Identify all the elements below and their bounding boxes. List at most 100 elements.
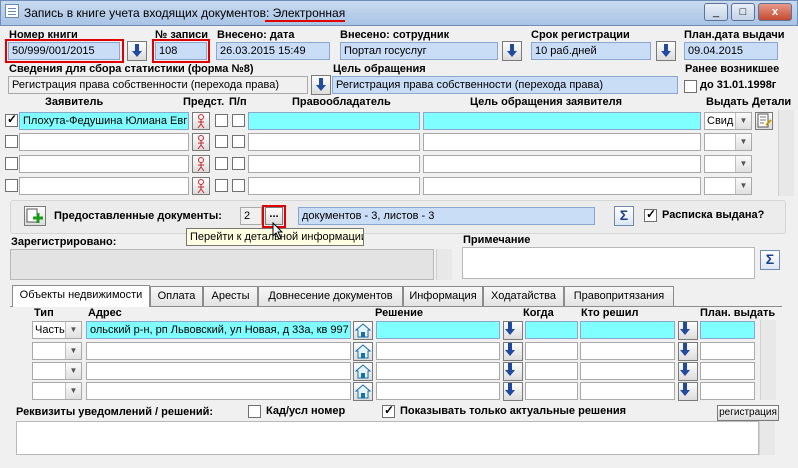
chevron-down-icon[interactable]: ▼ <box>735 156 751 172</box>
pp-checkbox[interactable] <box>232 157 245 170</box>
pp-checkbox[interactable] <box>232 114 245 127</box>
object-address-field[interactable]: ольский р-н, рп Львовский, ул Новая, д 3… <box>86 321 351 339</box>
decision-select-button[interactable] <box>503 382 523 401</box>
object-decision-field[interactable] <box>376 321 500 339</box>
issue-select[interactable]: ▼ <box>704 177 752 195</box>
issue-select[interactable]: ▼ <box>704 155 752 173</box>
object-who-field[interactable] <box>580 342 675 360</box>
representative-checkbox[interactable] <box>215 157 228 170</box>
holder-field[interactable] <box>248 112 420 130</box>
object-type-select[interactable]: ▼ <box>32 362 82 380</box>
address-button[interactable] <box>353 342 373 361</box>
object-plan-field[interactable] <box>700 362 755 380</box>
tab-0[interactable]: Объекты недвижимости <box>12 285 150 307</box>
notify-field[interactable] <box>16 421 759 455</box>
object-plan-field[interactable] <box>700 342 755 360</box>
representative-button[interactable] <box>192 177 210 195</box>
object-when-field[interactable] <box>525 362 578 380</box>
who-select-button[interactable] <box>678 342 698 361</box>
term-select-button[interactable] <box>656 41 676 61</box>
details-button[interactable] <box>755 112 773 130</box>
notify-scrollbar[interactable] <box>759 421 775 455</box>
applicant-row-checkbox[interactable] <box>5 179 18 192</box>
tab-2[interactable]: Аресты <box>203 286 258 306</box>
applicant-name-field[interactable] <box>19 133 189 151</box>
applicants-scrollbar[interactable] <box>778 110 794 196</box>
object-when-field[interactable] <box>525 382 578 400</box>
note-sum-button[interactable]: Σ <box>760 250 780 270</box>
maximize-button[interactable]: □ <box>731 3 755 21</box>
registered-scrollbar[interactable] <box>436 249 452 280</box>
object-plan-field[interactable] <box>700 382 755 400</box>
address-button[interactable] <box>353 321 373 340</box>
object-type-select[interactable]: Часть ▼ <box>32 321 82 339</box>
object-when-field[interactable] <box>525 321 578 339</box>
representative-button[interactable] <box>192 112 210 130</box>
representative-checkbox[interactable] <box>215 179 228 192</box>
representative-button[interactable] <box>192 155 210 173</box>
object-decision-field[interactable] <box>376 362 500 380</box>
decision-select-button[interactable] <box>503 342 523 361</box>
chevron-down-icon[interactable]: ▼ <box>65 343 81 359</box>
issue-select[interactable]: Свид ▼ <box>704 112 752 130</box>
representative-checkbox[interactable] <box>215 135 228 148</box>
object-decision-field[interactable] <box>376 382 500 400</box>
documents-sum-button[interactable]: Σ <box>614 206 634 226</box>
address-button[interactable] <box>353 382 373 401</box>
note-field[interactable] <box>462 247 755 279</box>
chevron-down-icon[interactable]: ▼ <box>735 134 751 150</box>
kad-checkbox[interactable] <box>248 405 261 418</box>
applicant-name-field[interactable]: Плохута-Федушина Юлиана Евгр <box>19 112 189 130</box>
minimize-button[interactable]: _ <box>704 3 728 21</box>
tab-3[interactable]: Довнесение документов <box>258 286 403 306</box>
address-button[interactable] <box>353 362 373 381</box>
term-field[interactable]: 10 раб.дней <box>531 42 651 60</box>
holder-field[interactable] <box>248 133 420 151</box>
employee-select-button[interactable] <box>502 41 522 61</box>
purpose-field[interactable]: Регистрация права собственности (переход… <box>332 76 678 94</box>
actual-checkbox[interactable] <box>382 403 395 418</box>
plan-date-field[interactable]: 09.04.2015 <box>684 42 778 60</box>
applicant-row-checkbox[interactable] <box>5 135 18 148</box>
chevron-down-icon[interactable]: ▼ <box>65 383 81 399</box>
goal-field[interactable] <box>423 155 701 173</box>
applicant-row-checkbox[interactable] <box>5 157 18 170</box>
object-who-field[interactable] <box>580 362 675 380</box>
applicant-row-checkbox[interactable] <box>5 112 18 127</box>
who-select-button[interactable] <box>678 321 698 340</box>
add-document-button[interactable] <box>24 206 46 226</box>
holder-field[interactable] <box>248 177 420 195</box>
book-select-button[interactable] <box>127 41 147 61</box>
tab-4[interactable]: Информация <box>403 286 483 306</box>
representative-checkbox[interactable] <box>215 114 228 127</box>
date-field[interactable]: 26.03.2015 15:49 <box>216 42 330 60</box>
employee-field[interactable]: Портал госуслуг <box>340 42 498 60</box>
who-select-button[interactable] <box>678 362 698 381</box>
object-type-select[interactable]: ▼ <box>32 342 82 360</box>
object-type-select[interactable]: ▼ <box>32 382 82 400</box>
decision-select-button[interactable] <box>503 321 523 340</box>
stats-field[interactable]: Регистрация права собственности (переход… <box>8 76 308 94</box>
tab-1[interactable]: Оплата <box>150 286 203 306</box>
who-select-button[interactable] <box>678 382 698 401</box>
decision-select-button[interactable] <box>503 362 523 381</box>
representative-button[interactable] <box>192 133 210 151</box>
applicant-name-field[interactable] <box>19 155 189 173</box>
goal-field[interactable] <box>423 112 701 130</box>
tab-5[interactable]: Ходатайства <box>483 286 564 306</box>
chevron-down-icon[interactable]: ▼ <box>65 363 81 379</box>
chevron-down-icon[interactable]: ▼ <box>735 178 751 194</box>
goal-field[interactable] <box>423 177 701 195</box>
object-plan-field[interactable] <box>700 321 755 339</box>
tab-6[interactable]: Правопритязания <box>564 286 674 306</box>
chevron-down-icon[interactable]: ▼ <box>65 322 81 338</box>
object-address-field[interactable] <box>86 342 351 360</box>
record-number-field[interactable]: 108 <box>155 42 207 60</box>
book-number-field[interactable]: 50/999/001/2015 <box>8 42 120 60</box>
holder-field[interactable] <box>248 155 420 173</box>
stats-select-button[interactable] <box>311 75 331 95</box>
receipt-checkbox[interactable] <box>644 207 657 222</box>
close-button[interactable]: x <box>758 3 792 21</box>
pp-checkbox[interactable] <box>232 179 245 192</box>
registration-button[interactable]: регистрация <box>717 405 779 421</box>
